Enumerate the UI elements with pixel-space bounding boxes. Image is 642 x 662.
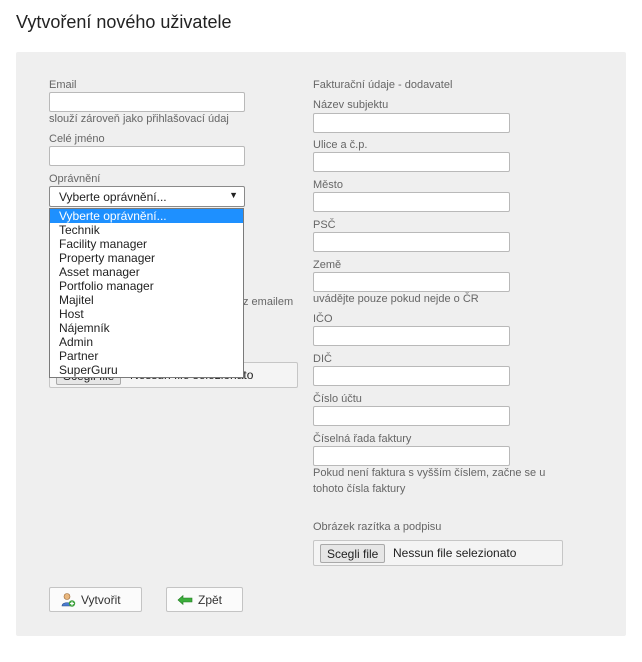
permission-option[interactable]: Host: [50, 307, 243, 321]
back-button[interactable]: Zpět: [166, 587, 243, 612]
subject-field[interactable]: [313, 113, 510, 133]
dic-field[interactable]: [313, 366, 510, 386]
zip-label: PSČ: [313, 219, 336, 231]
country-field[interactable]: [313, 272, 510, 292]
permission-option[interactable]: Partner: [50, 349, 243, 363]
permission-selected-value: Vyberte oprávnění...: [59, 190, 167, 204]
permission-option[interactable]: Vyberte oprávnění...: [50, 209, 243, 223]
dic-label: DIČ: [313, 353, 332, 365]
subject-label: Název subjektu: [313, 99, 389, 111]
country-label: Země: [313, 259, 342, 271]
country-hint: uvádějte pouze pokud nejde o ČR: [313, 293, 479, 305]
page-title: Vytvoření nového uživatele: [16, 12, 232, 32]
ico-field[interactable]: [313, 326, 510, 346]
email-field[interactable]: [49, 92, 245, 112]
stamp-choose-file-button[interactable]: Scegli file: [320, 544, 386, 563]
arrow-left-icon: [177, 592, 193, 608]
permission-option[interactable]: Technik: [50, 223, 243, 237]
invoice-series-hint: Pokud není faktura s vyšším číslem, začn…: [313, 467, 546, 495]
ico-label: IČO: [313, 313, 333, 325]
permission-option[interactable]: Property manager: [50, 251, 243, 265]
permission-option[interactable]: Admin: [50, 335, 243, 349]
permission-option[interactable]: Asset manager: [50, 265, 243, 279]
permission-option[interactable]: Majitel: [50, 293, 243, 307]
create-button[interactable]: Vytvořit: [49, 587, 142, 612]
account-label: Číslo účtu: [313, 393, 362, 405]
city-label: Město: [313, 179, 343, 191]
billing-section-title: Fakturační údaje - dodavatel: [313, 79, 453, 91]
account-field[interactable]: [313, 406, 510, 426]
zip-field[interactable]: [313, 232, 510, 252]
permission-select[interactable]: Vyberte oprávnění... ▼: [49, 186, 245, 207]
street-label: Ulice a č.p.: [313, 139, 368, 151]
permission-label: Oprávnění: [49, 173, 101, 185]
email-label: Email: [49, 79, 77, 91]
create-button-label: Vytvořit: [81, 592, 121, 607]
permission-option[interactable]: Nájemník: [50, 321, 243, 335]
partial-hint-text: z emailem: [243, 296, 294, 308]
permission-dropdown-list: Vyberte oprávnění... Technik Facility ma…: [49, 208, 244, 378]
permission-option[interactable]: SuperGuru: [50, 363, 243, 377]
permission-option[interactable]: Portfolio manager: [50, 279, 243, 293]
add-user-icon: [60, 592, 76, 608]
invoice-series-field[interactable]: [313, 446, 510, 466]
chevron-down-icon: ▼: [229, 190, 238, 200]
stamp-file-input[interactable]: Scegli file Nessun file selezionato: [313, 540, 563, 566]
invoice-series-label: Číselná řada faktury: [313, 433, 412, 445]
email-hint: slouží zároveň jako přihlašovací údaj: [49, 113, 229, 125]
back-button-label: Zpět: [198, 592, 223, 607]
city-field[interactable]: [313, 192, 510, 212]
stamp-file-status: Nessun file selezionato: [393, 546, 517, 560]
street-field[interactable]: [313, 152, 510, 172]
fullname-label: Celé jméno: [49, 133, 105, 145]
permission-option[interactable]: Facility manager: [50, 237, 243, 251]
stamp-label: Obrázek razítka a podpisu: [313, 521, 442, 533]
fullname-field[interactable]: [49, 146, 245, 166]
